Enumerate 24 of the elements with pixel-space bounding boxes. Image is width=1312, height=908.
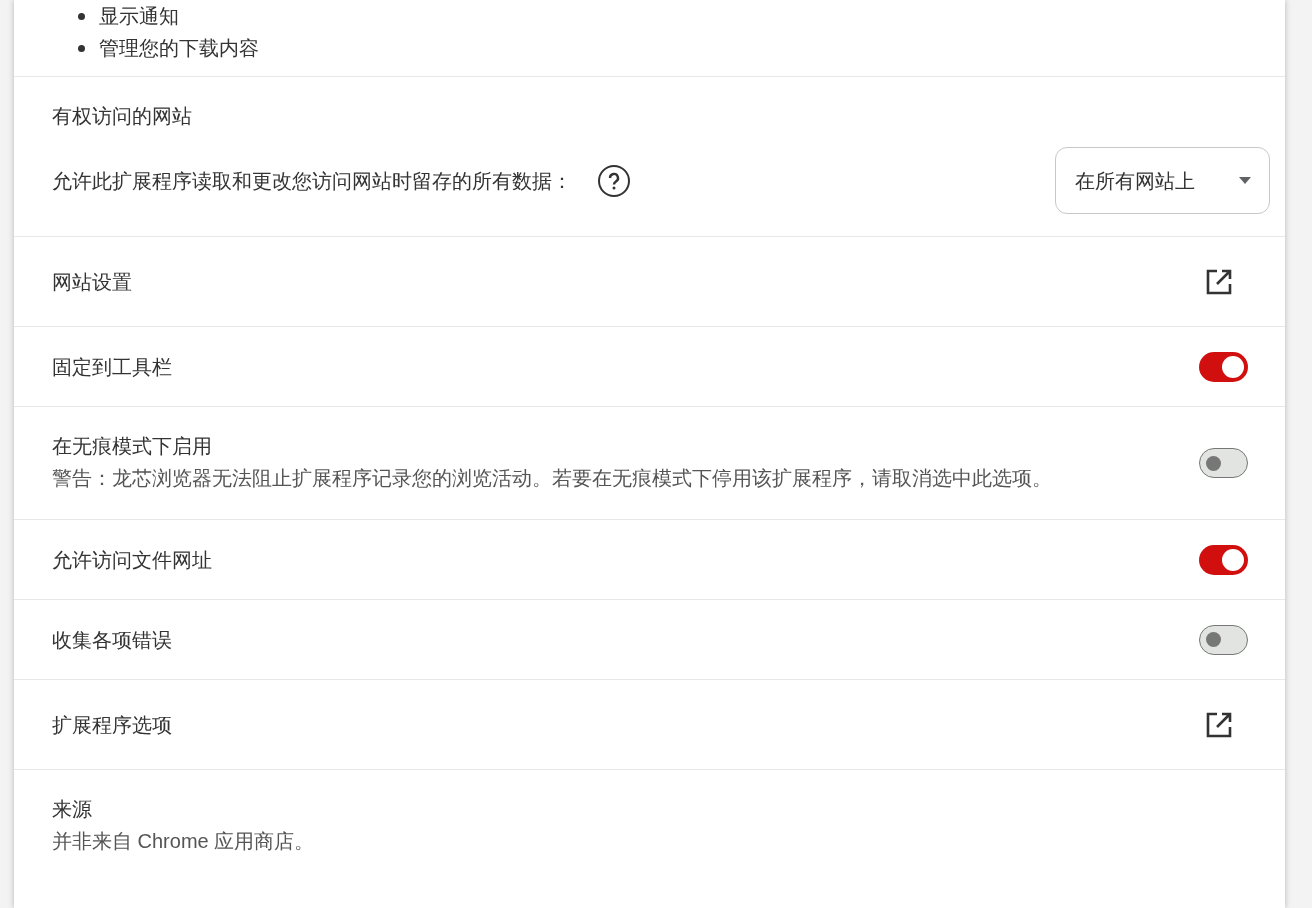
- row-title: 固定到工具栏: [52, 354, 173, 380]
- toggle-switch[interactable]: [1199, 351, 1248, 382]
- bullet-icon: [78, 44, 85, 52]
- toggle-switch[interactable]: [1199, 624, 1248, 655]
- bullet-icon: [78, 12, 85, 20]
- caret-icon: [1239, 177, 1251, 184]
- permission-item: 显示通知: [99, 4, 179, 29]
- section-title: 有权访问的网站: [52, 104, 193, 129]
- external-link-icon[interactable]: [1205, 710, 1233, 739]
- site-access-dropdown[interactable]: 在所有网站上: [1055, 147, 1270, 214]
- toggle-switch[interactable]: [1199, 448, 1248, 478]
- row-description: 警告：龙芯浏览器无法阻止扩展程序记录您的浏览活动。若要在无痕模式下停用该扩展程序，请取消选中此选项。: [52, 466, 1053, 491]
- permission-item: 管理您的下载内容: [99, 36, 259, 61]
- row-description: 并非来自 Chrome 应用商店。: [52, 829, 316, 854]
- row-title: 允许访问文件网址: [52, 547, 213, 573]
- row-title: 网站设置: [52, 269, 133, 295]
- row-title: 扩展程序选项: [52, 712, 173, 738]
- row-title: 来源: [52, 797, 93, 822]
- row-title: 收集各项错误: [52, 627, 173, 653]
- help-icon[interactable]: [598, 164, 630, 197]
- site-access-label: 允许此扩展程序读取和更改您访问网站时留存的所有数据：: [52, 168, 572, 194]
- external-link-icon[interactable]: [1205, 267, 1233, 296]
- row-title: 在无痕模式下启用: [52, 434, 213, 459]
- toggle-switch[interactable]: [1199, 544, 1248, 575]
